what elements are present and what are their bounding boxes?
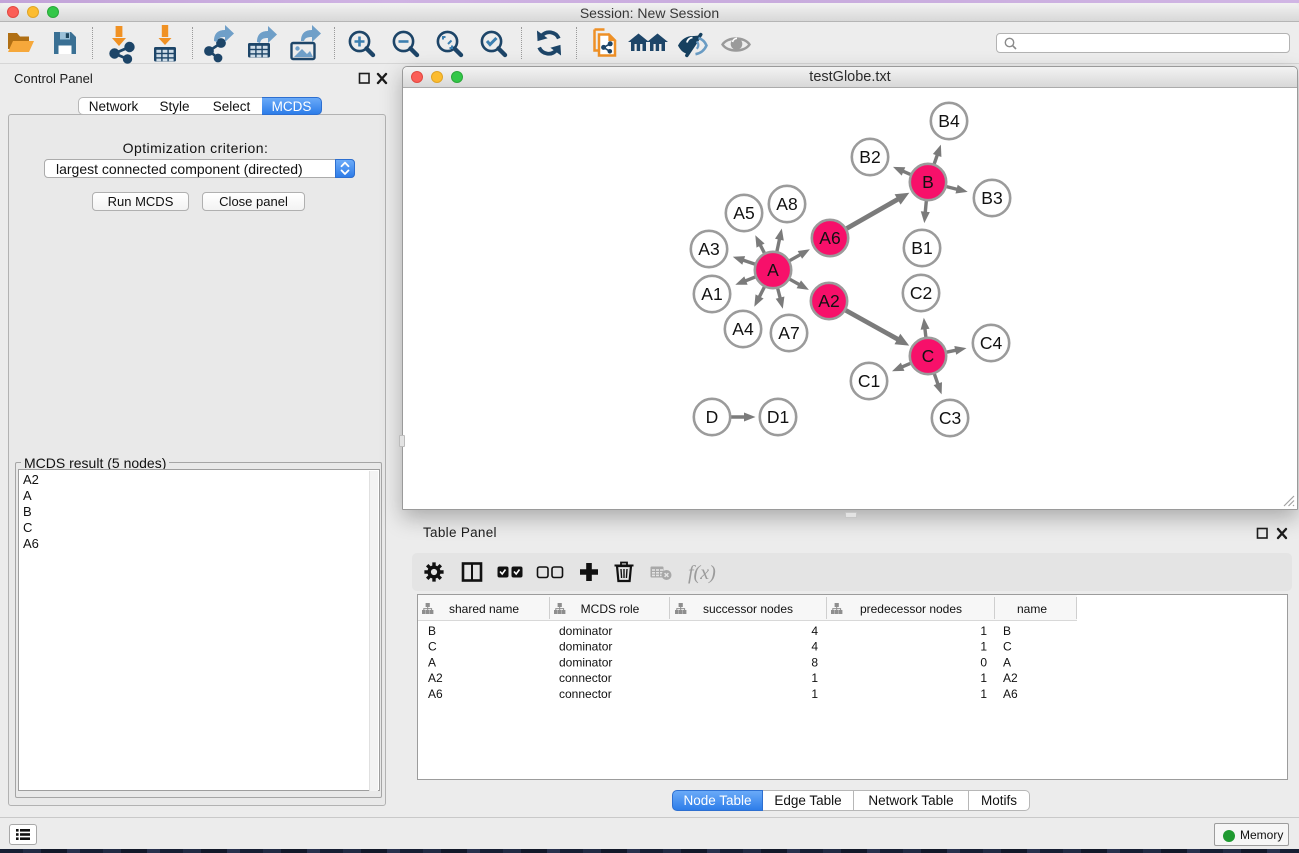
svg-text:C3: C3 xyxy=(939,408,961,428)
svg-text:D1: D1 xyxy=(767,407,789,427)
svg-text:D: D xyxy=(706,407,719,427)
svg-text:B: B xyxy=(428,624,436,638)
svg-text:B: B xyxy=(1003,624,1011,638)
svg-text:A: A xyxy=(1003,655,1011,669)
svg-text:1: 1 xyxy=(980,671,987,685)
svg-text:C: C xyxy=(922,346,935,366)
svg-text:B4: B4 xyxy=(938,111,960,131)
svg-text:B1: B1 xyxy=(911,238,932,258)
svg-text:connector: connector xyxy=(559,671,612,685)
svg-text:connector: connector xyxy=(559,687,612,701)
svg-text:A6: A6 xyxy=(819,228,840,248)
svg-text:A3: A3 xyxy=(698,239,719,259)
svg-text:dominator: dominator xyxy=(559,640,612,654)
svg-text:A2: A2 xyxy=(1003,671,1018,685)
svg-text:C4: C4 xyxy=(980,333,1003,353)
svg-text:name: name xyxy=(1017,602,1047,616)
svg-text:C: C xyxy=(428,640,437,654)
svg-text:A2: A2 xyxy=(818,291,839,311)
svg-text:dominator: dominator xyxy=(559,624,612,638)
svg-text:1: 1 xyxy=(811,671,818,685)
svg-text:A1: A1 xyxy=(701,284,722,304)
svg-text:0: 0 xyxy=(980,655,987,669)
svg-text:B: B xyxy=(922,172,934,192)
svg-text:successor nodes: successor nodes xyxy=(703,602,793,616)
svg-text:C: C xyxy=(1003,640,1012,654)
svg-text:A: A xyxy=(428,655,436,669)
svg-text:A5: A5 xyxy=(733,203,754,223)
svg-text:A: A xyxy=(767,260,779,280)
svg-text:8: 8 xyxy=(811,655,818,669)
svg-text:4: 4 xyxy=(811,640,818,654)
svg-text:dominator: dominator xyxy=(559,655,612,669)
svg-text:4: 4 xyxy=(811,624,818,638)
svg-text:predecessor nodes: predecessor nodes xyxy=(860,602,962,616)
svg-text:A2: A2 xyxy=(428,671,443,685)
svg-text:A6: A6 xyxy=(428,687,443,701)
svg-text:A4: A4 xyxy=(732,319,754,339)
svg-text:f(x): f(x) xyxy=(688,562,716,584)
svg-text:1: 1 xyxy=(980,687,987,701)
svg-text:1: 1 xyxy=(811,687,818,701)
svg-text:1: 1 xyxy=(980,624,987,638)
svg-text:A6: A6 xyxy=(1003,687,1018,701)
svg-text:1: 1 xyxy=(980,640,987,654)
svg-text:B3: B3 xyxy=(981,188,1002,208)
svg-text:A7: A7 xyxy=(778,323,799,343)
svg-text:shared name: shared name xyxy=(449,602,519,616)
svg-text:C1: C1 xyxy=(858,371,880,391)
svg-text:A8: A8 xyxy=(776,194,797,214)
svg-text:B2: B2 xyxy=(859,147,880,167)
svg-text:C2: C2 xyxy=(910,283,932,303)
svg-text:MCDS role: MCDS role xyxy=(581,602,640,616)
